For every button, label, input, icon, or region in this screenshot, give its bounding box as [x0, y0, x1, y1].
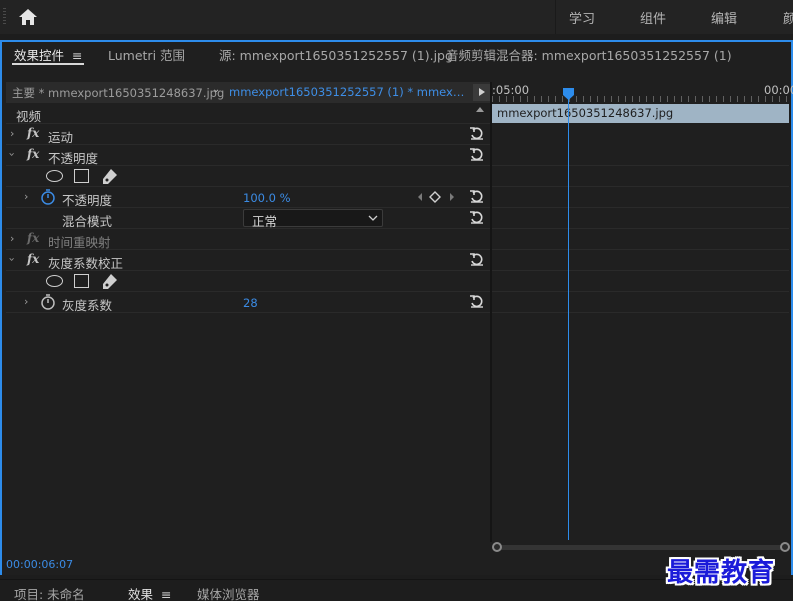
- chevron-right-icon[interactable]: ›: [24, 295, 28, 308]
- mask-tools-row: [6, 271, 490, 292]
- reset-icon[interactable]: [468, 146, 486, 164]
- workspace-tab-editing[interactable]: 编辑: [711, 8, 737, 27]
- tab-audio-clip-mixer[interactable]: 音频剪辑混合器: mmexport1650351252557 (1): [446, 45, 732, 64]
- tab-lumetri-scopes[interactable]: Lumetri 范围: [108, 45, 185, 64]
- reset-icon[interactable]: [468, 209, 486, 227]
- param-row-blend-mode: 混合模式 正常: [6, 208, 490, 229]
- collapse-up-icon[interactable]: [476, 107, 484, 112]
- ellipse-mask-icon[interactable]: [46, 170, 63, 182]
- workspace-bar: 学习 组件 编辑 颜: [0, 0, 793, 34]
- tab-source-monitor[interactable]: 源: mmexport1650351252557 (1).jpg: [219, 45, 453, 64]
- effect-row-opacity[interactable]: › fx 不透明度: [6, 145, 490, 166]
- keyframe-lane[interactable]: [492, 187, 789, 208]
- play-only-audio-button[interactable]: [473, 84, 490, 101]
- scrollbar-start-handle[interactable]: [492, 542, 502, 552]
- pen-mask-icon[interactable]: [102, 273, 118, 290]
- chevron-down-icon[interactable]: ›: [6, 152, 19, 156]
- grip-handle[interactable]: [3, 8, 6, 26]
- ellipse-mask-icon[interactable]: [46, 275, 63, 287]
- keyframe-lane[interactable]: [492, 250, 789, 271]
- keyframe-lane[interactable]: [492, 292, 789, 313]
- param-row-gamma[interactable]: › 灰度系数 28: [6, 292, 490, 313]
- effect-name: 不透明度: [48, 151, 99, 166]
- time-ruler[interactable]: :05:00 00:00: [492, 82, 793, 102]
- param-name: 不透明度: [62, 193, 113, 208]
- scrollbar-end-handle[interactable]: [780, 542, 790, 552]
- fx-icon[interactable]: fx: [27, 252, 39, 266]
- divider: [555, 0, 556, 34]
- current-timecode[interactable]: 00:00:06:07: [6, 558, 73, 571]
- reset-icon[interactable]: [468, 293, 486, 311]
- effect-row-gamma-correction[interactable]: › fx 灰度系数校正: [6, 250, 490, 271]
- clip-selector-bar: 主要 * mmexport1650351248637.jpg ⌄ mmexpor…: [6, 82, 490, 103]
- pen-mask-icon[interactable]: [102, 168, 118, 185]
- chevron-down-icon[interactable]: ›: [6, 257, 19, 261]
- param-name: 混合模式: [62, 214, 113, 229]
- playhead-handle[interactable]: [563, 88, 574, 100]
- effect-name: 时间重映射: [48, 235, 111, 250]
- keyframe-lane[interactable]: [492, 229, 789, 250]
- reset-icon[interactable]: [468, 125, 486, 143]
- keyframe-navigator[interactable]: [414, 190, 464, 204]
- effect-row-motion[interactable]: › fx 运动: [6, 124, 490, 145]
- effect-name: 运动: [48, 130, 74, 145]
- mask-tools-row: [6, 166, 490, 187]
- playhead-line: [568, 97, 569, 540]
- keyframe-lane[interactable]: [492, 271, 789, 292]
- fx-icon[interactable]: fx: [27, 147, 39, 161]
- video-section-header: 视频: [6, 103, 490, 124]
- keyframe-lane[interactable]: [492, 166, 789, 187]
- blend-mode-value: 正常: [252, 214, 278, 229]
- ruler-time-label: 00:00: [764, 83, 793, 97]
- chevron-down-icon: [368, 215, 378, 221]
- fx-icon[interactable]: fx: [27, 126, 39, 140]
- active-tab-underline: [12, 63, 84, 65]
- reset-icon[interactable]: [468, 251, 486, 269]
- rectangle-mask-icon[interactable]: [74, 274, 89, 288]
- ruler-ticks: [492, 96, 789, 102]
- rectangle-mask-icon[interactable]: [74, 169, 89, 183]
- panel-menu-icon[interactable]: ≡: [72, 48, 82, 63]
- watermark-logo: 最需教育: [667, 558, 776, 588]
- param-name: 灰度系数: [62, 298, 113, 313]
- effect-name: 灰度系数校正: [48, 256, 124, 271]
- keyframe-lane[interactable]: [492, 208, 789, 229]
- stopwatch-icon[interactable]: [40, 293, 56, 311]
- stopwatch-icon[interactable]: [40, 188, 56, 206]
- workspace-tab-learn[interactable]: 学习: [569, 8, 595, 27]
- chevron-right-icon[interactable]: ›: [24, 190, 28, 203]
- video-label: 视频: [16, 109, 42, 124]
- workspace-tab-color[interactable]: 颜: [783, 8, 793, 27]
- reset-icon[interactable]: [468, 188, 486, 206]
- chevron-down-icon[interactable]: ⌄: [212, 84, 220, 95]
- chevron-right-icon[interactable]: ›: [10, 232, 14, 245]
- param-row-opacity[interactable]: › 不透明度 100.0 %: [6, 187, 490, 208]
- timeline-clip[interactable]: mmexport1650351248637.jpg: [492, 104, 789, 123]
- sequence-clip-label[interactable]: mmexport1650351252557 (1) * mmexport1650…: [229, 85, 465, 99]
- gamma-value[interactable]: 28: [243, 296, 258, 310]
- blend-mode-select[interactable]: 正常: [243, 209, 383, 229]
- tab-media-browser[interactable]: 媒体浏览器: [197, 584, 260, 601]
- master-clip-label[interactable]: 主要 * mmexport1650351248637.jpg: [12, 85, 224, 101]
- opacity-value[interactable]: 100.0 %: [243, 191, 291, 205]
- tab-project[interactable]: 项目: 未命名: [14, 584, 85, 601]
- scrollbar-track[interactable]: [496, 545, 784, 550]
- tab-effects[interactable]: 效果 ≡: [128, 584, 172, 601]
- keyframe-lane[interactable]: [492, 145, 789, 166]
- workspace-tab-assembly[interactable]: 组件: [640, 8, 666, 27]
- panel-menu-icon[interactable]: ≡: [161, 587, 171, 601]
- clip-name: mmexport1650351248637.jpg: [497, 106, 674, 120]
- home-icon[interactable]: [17, 7, 39, 27]
- ruler-time-label: :05:00: [492, 83, 530, 97]
- effect-row-time-remap[interactable]: › fx 时间重映射: [6, 229, 490, 250]
- chevron-right-icon[interactable]: ›: [10, 127, 14, 140]
- tab-effect-controls[interactable]: 效果控件 ≡: [14, 45, 83, 64]
- fx-icon[interactable]: fx: [27, 231, 39, 245]
